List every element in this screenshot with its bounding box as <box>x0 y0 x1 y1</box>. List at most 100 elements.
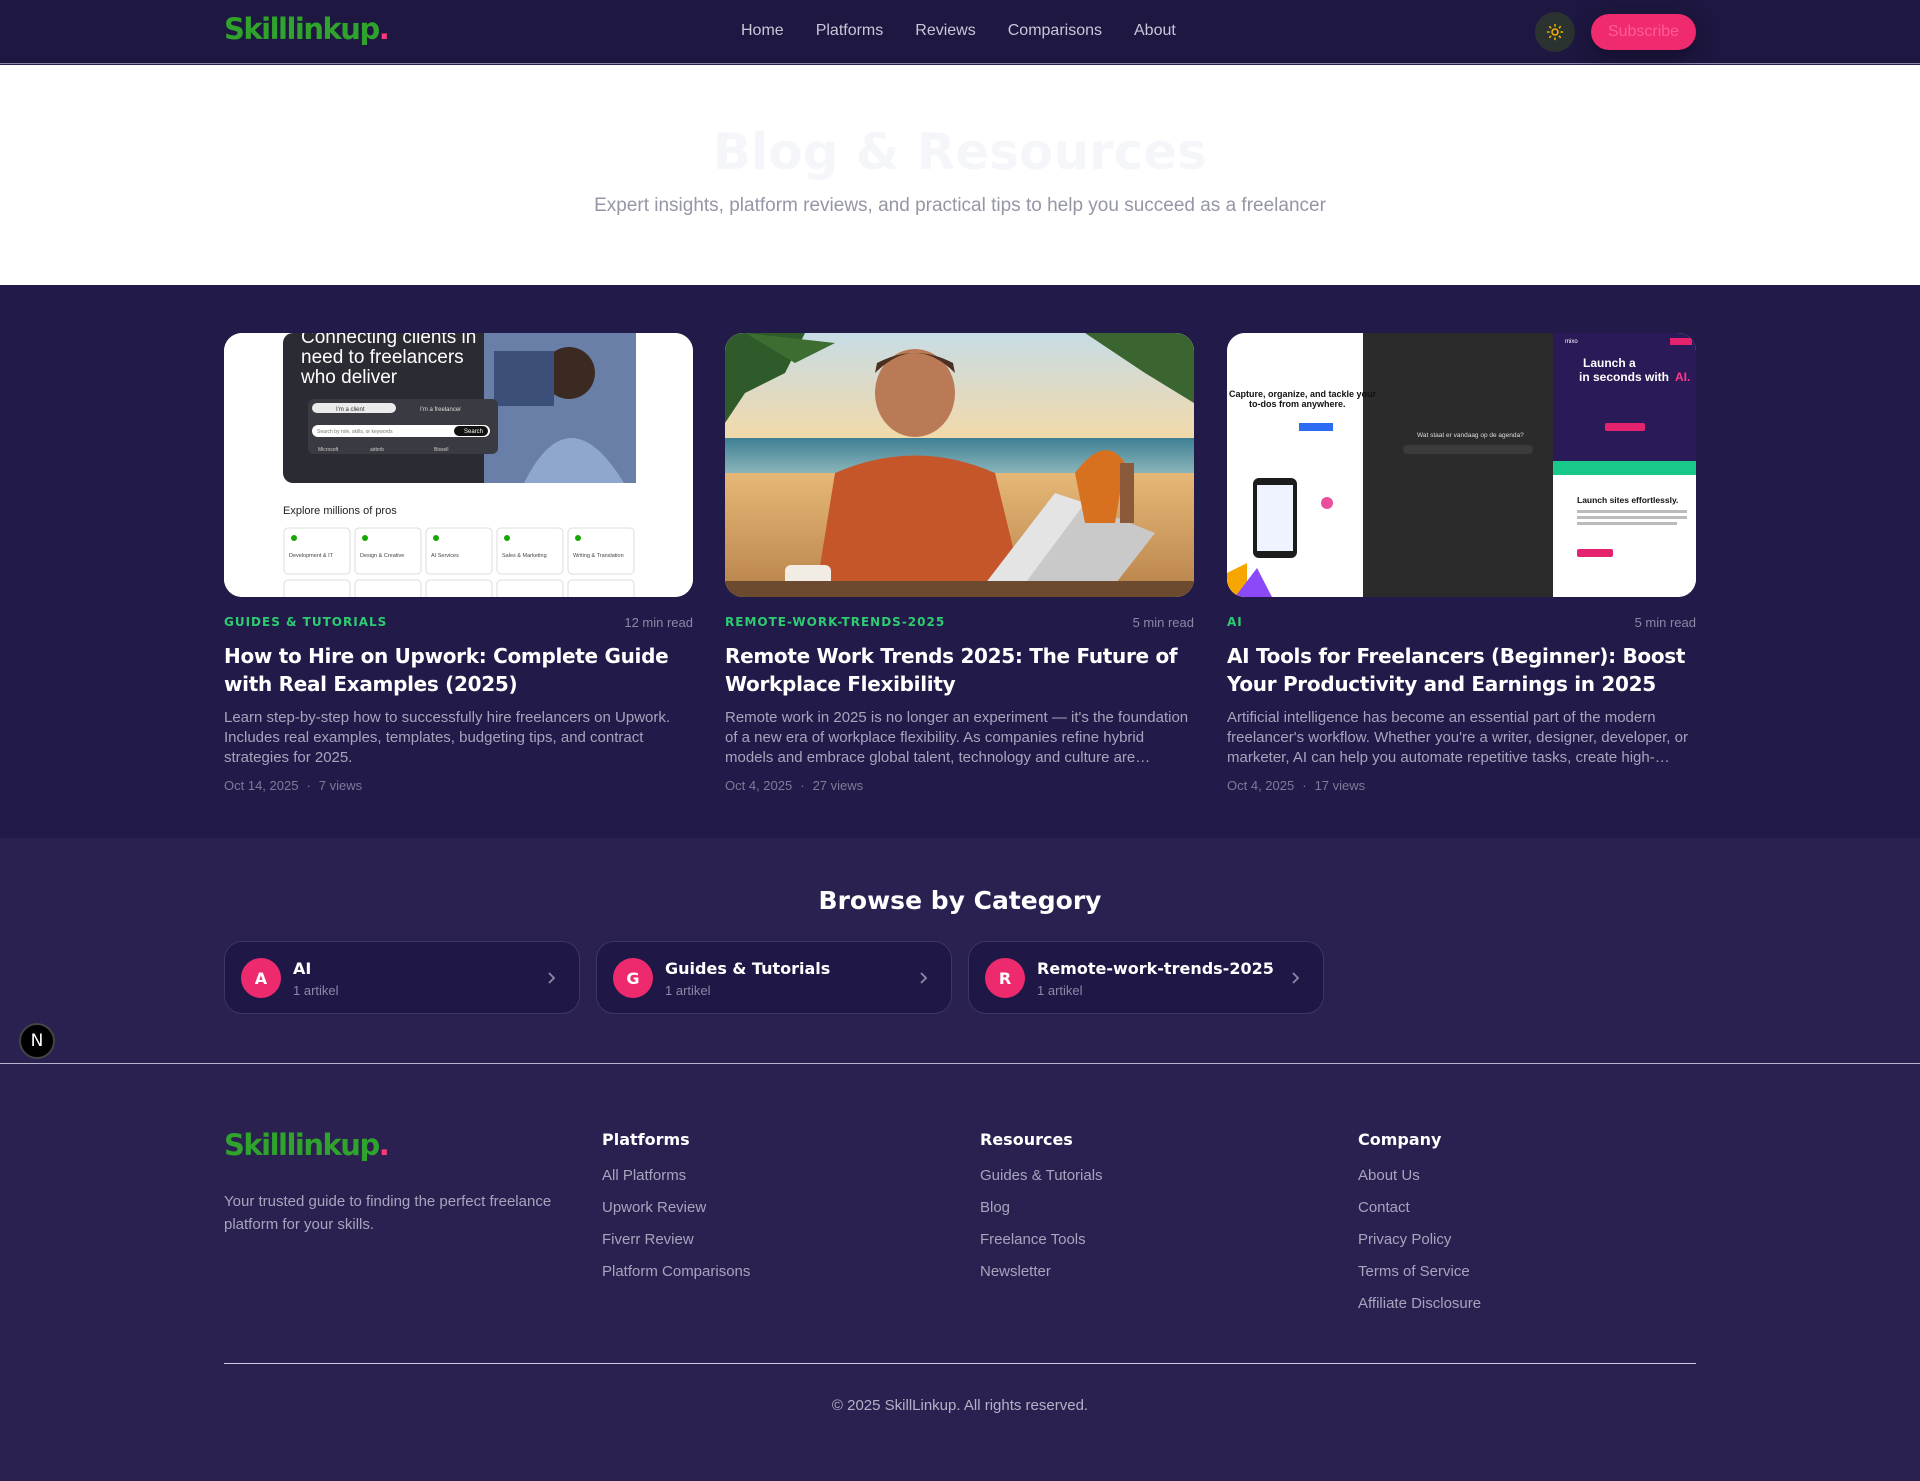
footer-link[interactable]: Guides & Tutorials <box>980 1167 1103 1199</box>
thumb-tab-freelancer: I'm a freelancer <box>420 407 461 413</box>
svg-text:to-dos from anywhere.: to-dos from anywhere. <box>1249 399 1346 409</box>
read-time: 5 min read <box>1634 614 1696 630</box>
thumb-tile-5: Writing & Translation <box>573 553 624 559</box>
article-excerpt: Artificial intelligence has become an es… <box>1227 709 1688 766</box>
footer-link[interactable]: Privacy Policy <box>1358 1231 1481 1263</box>
footer-link[interactable]: Affiliate Disclosure <box>1358 1295 1481 1327</box>
article-thumbnail[interactable]: Connecting clients in need to freelancer… <box>224 333 693 597</box>
articles-section: Connecting clients in need to freelancer… <box>0 285 1920 838</box>
article-title[interactable]: How to Hire on Upwork: Complete Guide wi… <box>224 642 693 698</box>
thumb-explore-heading: Explore millions of pros <box>283 505 397 517</box>
thumb-category-tiles: Development & IT Design & Creative AI Se… <box>283 527 635 597</box>
chevron-right-icon <box>920 972 928 984</box>
category-count: 1 artikel <box>1037 983 1083 998</box>
footer-link[interactable]: Fiverr Review <box>602 1231 750 1263</box>
thumb-logo-1: Microsoft <box>318 447 339 453</box>
footer-tagline: Your trusted guide to finding the perfec… <box>224 1193 552 1233</box>
main-nav: Home Platforms Reviews Comparisons About <box>741 22 1176 40</box>
article-category[interactable]: AI <box>1227 615 1243 629</box>
thumb-headline-line3: who deliver <box>300 367 398 388</box>
nav-platforms[interactable]: Platforms <box>816 22 884 40</box>
article-date: Oct 14, 2025 <box>224 778 299 793</box>
thumb-tile-4: Sales & Marketing <box>502 553 547 559</box>
article-excerpt: Remote work in 2025 is no longer an expe… <box>725 709 1189 766</box>
category-count: 1 artikel <box>293 983 339 998</box>
theme-toggle-button[interactable] <box>1535 12 1575 52</box>
nav-home[interactable]: Home <box>741 22 784 40</box>
category-card-ai[interactable]: A AI 1 artikel <box>224 941 580 1014</box>
article-category[interactable]: REMOTE-WORK-TRENDS-2025 <box>725 615 945 629</box>
article-date: Oct 4, 2025 <box>1227 778 1295 793</box>
site-header: Skilllinkup. Home Platforms Reviews Comp… <box>0 0 1920 64</box>
nav-reviews[interactable]: Reviews <box>915 22 975 40</box>
footer-link[interactable]: Newsletter <box>980 1263 1103 1295</box>
article-card[interactable]: Connecting clients in need to freelancer… <box>224 333 693 793</box>
thumb-headline-line1: Connecting clients in <box>301 333 476 348</box>
footer-link[interactable]: Platform Comparisons <box>602 1263 750 1295</box>
thumb-tile-3: AI Services <box>431 553 459 559</box>
sun-icon <box>1546 23 1564 41</box>
thumb-logo-3: Bissell <box>434 447 448 453</box>
hero-section: Blog & Resources Expert insights, platfo… <box>0 65 1920 285</box>
article-footer: Oct 4, 2025 · 27 views <box>725 778 864 793</box>
nav-about[interactable]: About <box>1134 22 1176 40</box>
thumb-tab-client: I'm a client <box>336 407 365 413</box>
article-thumbnail[interactable] <box>725 333 1194 597</box>
read-time: 5 min read <box>1132 614 1194 630</box>
thumb-logo-2: airbnb <box>370 447 384 453</box>
article-title[interactable]: AI Tools for Freelancers (Beginner): Boo… <box>1227 642 1696 698</box>
category-avatar: G <box>613 958 653 998</box>
thumb-launch-line1: Launch a <box>1583 356 1636 370</box>
browse-categories-section: Browse by Category A AI 1 artikel G Guid… <box>0 838 1920 1063</box>
article-card[interactable]: Capture, organize, and tackle your to-do… <box>1227 333 1696 793</box>
article-meta: AI 5 min read <box>1227 614 1696 630</box>
footer-column-company: Company About Us Contact Privacy Policy … <box>1358 1130 1481 1327</box>
page-subtitle: Expert insights, platform reviews, and p… <box>594 195 1326 216</box>
footer-link[interactable]: Freelance Tools <box>980 1231 1103 1263</box>
category-card-guides[interactable]: G Guides & Tutorials 1 artikel <box>596 941 952 1014</box>
nextjs-dev-button[interactable]: N <box>19 1023 55 1059</box>
section-title: Browse by Category <box>818 886 1102 915</box>
thumb-todo-prompt: Wat staat er vandaag op de agenda? <box>1417 432 1524 439</box>
article-category[interactable]: GUIDES & TUTORIALS <box>224 615 387 629</box>
nav-comparisons[interactable]: Comparisons <box>1008 22 1102 40</box>
thumb-headline-line2: need to freelancers <box>301 347 464 368</box>
read-time: 12 min read <box>624 614 693 630</box>
article-title[interactable]: Remote Work Trends 2025: The Future of W… <box>725 642 1194 698</box>
category-avatar: A <box>241 958 281 998</box>
article-views: 17 views <box>1314 778 1366 793</box>
footer-link[interactable]: Contact <box>1358 1199 1481 1231</box>
footer-column-title: Company <box>1358 1130 1442 1149</box>
article-footer: Oct 4, 2025 · 17 views <box>1227 778 1366 793</box>
article-footer: Oct 14, 2025 · 7 views <box>224 778 363 793</box>
thumb-search-button: Search <box>464 429 483 435</box>
chevron-right-icon <box>1292 972 1300 984</box>
ai-tools-collage-image: Capture, organize, and tackle your to-do… <box>1227 333 1696 597</box>
thumb-mixo-brand: mixo <box>1565 339 1578 345</box>
footer-column-title: Platforms <box>602 1130 690 1149</box>
footer-link[interactable]: Terms of Service <box>1358 1263 1481 1295</box>
page-title: Blog & Resources <box>713 123 1207 181</box>
article-excerpt: Learn step-by-step how to successfully h… <box>224 709 671 766</box>
category-avatar: R <box>985 958 1025 998</box>
upwork-screenshot-image: Connecting clients in need to freelancer… <box>224 333 693 597</box>
article-thumbnail[interactable]: Capture, organize, and tackle your to-do… <box>1227 333 1696 597</box>
thumb-tile-2: Design & Creative <box>360 553 404 559</box>
thumb-tile-1: Development & IT <box>289 553 334 559</box>
logo[interactable]: Skilllinkup. <box>224 12 390 46</box>
footer-link[interactable]: Blog <box>980 1199 1103 1231</box>
category-count: 1 artikel <box>665 983 711 998</box>
footer-logo[interactable]: Skilllinkup. <box>224 1128 390 1162</box>
category-name: Guides & Tutorials <box>665 959 831 978</box>
footer-link[interactable]: About Us <box>1358 1167 1481 1199</box>
category-card-remote[interactable]: R Remote-work-trends-2025 1 artikel <box>968 941 1324 1014</box>
footer-column-platforms: Platforms All Platforms Upwork Review Fi… <box>602 1130 750 1295</box>
footer-link[interactable]: All Platforms <box>602 1167 750 1199</box>
footer-column-resources: Resources Guides & Tutorials Blog Freela… <box>980 1130 1103 1295</box>
thumb-launch-sites: Launch sites effortlessly. <box>1577 495 1678 505</box>
thumb-search-placeholder: Search by role, skills, or keywords <box>317 429 393 435</box>
footer-link[interactable]: Upwork Review <box>602 1199 750 1231</box>
subscribe-button[interactable]: Subscribe <box>1591 14 1696 50</box>
copyright: © 2025 SkillLinkup. All rights reserved. <box>831 1397 1089 1414</box>
article-card[interactable]: REMOTE-WORK-TRENDS-2025 5 min read Remot… <box>725 333 1194 793</box>
